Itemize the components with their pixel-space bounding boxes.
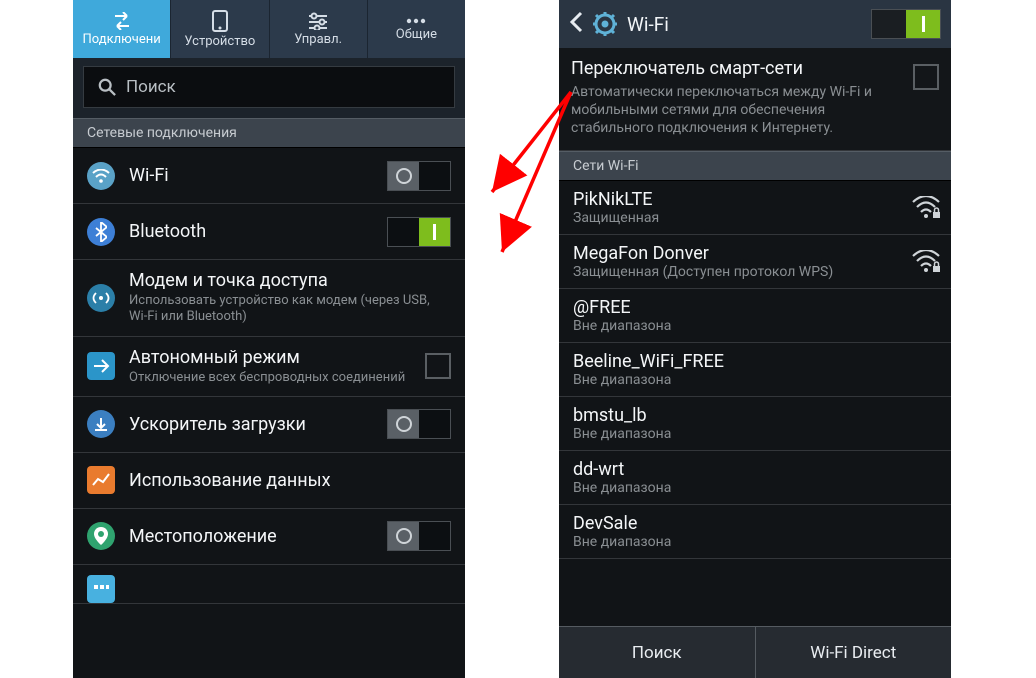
bluetooth-row[interactable]: Bluetooth [73,204,465,260]
tab-general[interactable]: Общие [368,0,465,58]
download-icon [87,410,115,438]
network-sub: Вне диапазона [573,372,937,388]
wifi-direct-button[interactable]: Wi-Fi Direct [756,627,952,678]
bottom-buttons: Поиск Wi-Fi Direct [559,626,951,678]
location-row[interactable]: Местоположение [73,509,465,565]
settings-connections-screen: Подключени Устройство Управл. Общие [73,0,465,678]
network-row[interactable]: Beeline_WiFi_FREEВне диапазона [559,343,951,397]
data-title: Использование данных [129,470,451,491]
airplane-sub: Отключение всех беспроводных соединений [129,370,411,386]
booster-toggle[interactable] [387,409,451,439]
swap-icon [111,12,133,30]
chart-icon [87,466,115,494]
sliders-icon [307,12,329,30]
network-name: dd-wrt [573,459,937,480]
location-title: Местоположение [129,526,373,547]
network-row[interactable]: dd-wrtВне диапазона [559,451,951,505]
phone-icon [212,10,228,32]
tab-label: Управл. [294,32,342,47]
section-header-wifi-networks: Сети Wi-Fi [559,151,951,181]
network-name: PikNikLTE [573,189,901,210]
bluetooth-title: Bluetooth [129,221,373,242]
data-row[interactable]: Использование данных [73,453,465,509]
gear-icon [593,12,617,36]
network-name: @FREE [573,297,937,318]
wifi-screen: Wi-Fi Переключатель смарт-сети Автоматич… [559,0,951,678]
wifi-signal-icon [911,250,937,272]
network-name: DevSale [573,513,937,534]
network-row[interactable]: @FREEВне диапазона [559,289,951,343]
scan-button[interactable]: Поиск [559,627,756,678]
smart-sub: Автоматически переключаться между Wi-Fi … [571,83,903,138]
search-icon [98,78,116,96]
wifi-icon [87,162,115,190]
wifi-signal-icon [911,196,937,218]
network-row[interactable]: DevSaleВне диапазона [559,505,951,559]
network-list: PikNikLTEЗащищенная MegaFon DonverЗащище… [559,181,951,559]
network-name: Beeline_WiFi_FREE [573,351,937,372]
airplane-icon [87,352,115,380]
wifi-toggle[interactable] [387,161,451,191]
tab-device[interactable]: Устройство [171,0,269,58]
section-header-network: Сетевые подключения [73,118,465,148]
tethering-icon [87,284,115,312]
network-sub: Вне диапазона [573,480,937,496]
wifi-row[interactable]: Wi-Fi [73,148,465,204]
location-toggle[interactable] [387,521,451,551]
network-sub: Защищенная (Доступен протокол WPS) [573,264,901,280]
other-row[interactable] [73,565,465,604]
tab-label: Устройство [184,34,255,49]
screen-title: Wi-Fi [627,13,861,36]
tab-label: Общие [396,27,437,42]
tab-controls[interactable]: Управл. [270,0,368,58]
network-row[interactable]: PikNikLTEЗащищенная [559,181,951,235]
airplane-checkbox[interactable] [425,353,451,379]
tab-connections[interactable]: Подключени [73,0,171,58]
smart-title: Переключатель смарт-сети [571,58,903,79]
location-icon [87,522,115,550]
more-icon [87,575,115,603]
network-sub: Вне диапазона [573,318,937,334]
tab-label: Подключени [83,32,161,47]
network-row[interactable]: MegaFon DonverЗащищенная (Доступен прото… [559,235,951,289]
network-sub: Вне диапазона [573,426,937,442]
bluetooth-icon [87,218,115,246]
wifi-master-toggle[interactable] [871,9,941,39]
network-name: MegaFon Donver [573,243,901,264]
back-button[interactable] [569,11,583,38]
smart-checkbox[interactable] [913,64,939,90]
top-tabs: Подключени Устройство Управл. Общие [73,0,465,58]
dots-icon [405,17,427,25]
bluetooth-toggle[interactable] [387,217,451,247]
airplane-title: Автономный режим [129,347,411,368]
search-input[interactable]: Поиск [83,66,455,108]
booster-title: Ускоритель загрузки [129,414,373,435]
tethering-sub: Использовать устройство как модем (через… [129,293,451,326]
network-name: bmstu_lb [573,405,937,426]
airplane-row[interactable]: Автономный режим Отключение всех беспров… [73,337,465,397]
network-sub: Вне диапазона [573,534,937,550]
search-placeholder: Поиск [126,77,176,97]
chevron-left-icon [569,11,583,33]
network-row[interactable]: bmstu_lbВне диапазона [559,397,951,451]
tethering-row[interactable]: Модем и точка доступа Использовать устро… [73,260,465,337]
tethering-title: Модем и точка доступа [129,270,451,291]
network-sub: Защищенная [573,210,901,226]
booster-row[interactable]: Ускоритель загрузки [73,397,465,453]
smart-network-row[interactable]: Переключатель смарт-сети Автоматически п… [559,48,951,151]
wifi-title: Wi-Fi [129,165,373,186]
titlebar: Wi-Fi [559,0,951,48]
